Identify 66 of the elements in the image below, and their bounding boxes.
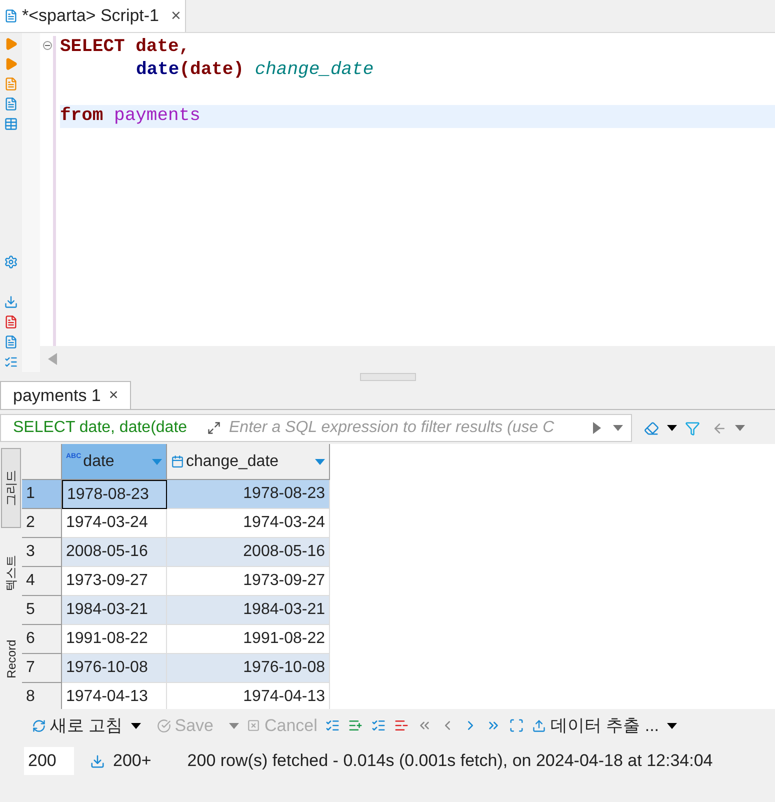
query-text[interactable]: SELECT date, date(date <box>1 416 199 440</box>
filter-icon[interactable] <box>685 420 700 436</box>
table-row[interactable]: 5 1984-03-21 1984-03-21 <box>22 596 330 625</box>
run-icon[interactable] <box>4 37 18 51</box>
apply-filter-icon[interactable] <box>593 422 601 434</box>
fetch-size-field[interactable]: 200 <box>24 747 74 775</box>
expand-icon[interactable] <box>207 421 221 435</box>
script-icon <box>4 8 18 22</box>
row-number: 4 <box>22 567 62 596</box>
code-line: date(date) change_date <box>135 59 375 82</box>
fold-icon[interactable] <box>43 41 52 50</box>
row-number: 5 <box>22 596 62 625</box>
calendar-icon <box>171 455 184 468</box>
editor-tab[interactable]: *<sparta> Script-1 × <box>0 0 186 32</box>
row-number: 7 <box>22 654 62 683</box>
check-icon <box>156 718 171 732</box>
sort-caret-icon[interactable] <box>315 458 325 464</box>
caret-icon[interactable] <box>130 722 141 728</box>
row-number: 3 <box>22 538 62 567</box>
refresh-icon <box>32 718 46 732</box>
file-icon[interactable] <box>4 335 18 349</box>
table-row[interactable]: 2 1974-03-24 1974-03-24 <box>22 509 330 538</box>
settings-icon[interactable] <box>4 255 18 269</box>
row-number: 6 <box>22 625 62 654</box>
caret-icon[interactable] <box>667 722 678 728</box>
table-row[interactable]: 1 1978-08-23 1978-08-23 <box>22 480 330 509</box>
results-tab[interactable]: payments 1 × <box>0 381 132 409</box>
column-header[interactable]: change_date <box>167 444 330 480</box>
list-icon[interactable] <box>4 355 18 369</box>
fetch-all-button[interactable]: 200+ <box>90 748 152 774</box>
upload-icon <box>532 718 546 732</box>
table-row[interactable]: 8 1974-04-13 1974-04-13 <box>22 683 330 709</box>
table-cell: 1978-08-23 <box>62 480 167 509</box>
close-icon[interactable]: × <box>108 384 118 408</box>
import-icon[interactable] <box>4 295 18 309</box>
row-number: 2 <box>22 509 62 538</box>
caret-icon[interactable] <box>667 425 677 431</box>
row-number: 1 <box>22 480 62 509</box>
table-cell: 1974-04-13 <box>62 683 167 709</box>
back-icon[interactable] <box>712 420 727 436</box>
refresh-button[interactable]: 새로 고침 <box>32 712 123 738</box>
export-button[interactable]: 데이터 추출 ... <box>532 712 660 738</box>
table-cell: 1974-04-13 <box>167 683 330 709</box>
row-number: 8 <box>22 683 62 709</box>
splitter-handle[interactable] <box>360 373 416 381</box>
table-row[interactable]: 3 2008-05-16 2008-05-16 <box>22 538 330 567</box>
delete-row-icon[interactable] <box>394 718 410 733</box>
corner-header[interactable] <box>22 444 62 480</box>
download-icon <box>90 754 105 768</box>
filter-field[interactable]: Enter a SQL expression to filter results (use C <box>229 416 589 440</box>
table-row[interactable]: 4 1973-09-27 1973-09-27 <box>22 567 330 596</box>
table-row[interactable]: 6 1991-08-22 1991-08-22 <box>22 625 330 654</box>
close-icon[interactable]: × <box>171 2 181 28</box>
view-tab[interactable]: 그리드 <box>1 448 21 528</box>
history-caret-icon[interactable] <box>613 425 623 431</box>
scroll-left-icon[interactable] <box>48 353 57 365</box>
table-row[interactable]: 7 1976-10-08 1976-10-08 <box>22 654 330 683</box>
view-tab[interactable]: 텍스트 <box>1 532 21 614</box>
add-row-icon[interactable] <box>348 718 364 733</box>
sort-caret-icon[interactable] <box>152 458 162 464</box>
filter-bar[interactable]: SELECT date, date(date Enter a SQL expression to filter results (use C <box>0 414 632 442</box>
eraser-icon[interactable] <box>644 420 659 436</box>
view-tab[interactable]: Record <box>1 618 21 700</box>
code-line: SELECT date, <box>60 36 191 59</box>
status-message: 200 row(s) fetched - 0.014s (0.001s fetch), on 2024-04-18 at 12:34:04 <box>187 750 713 772</box>
cancel-icon <box>247 719 260 732</box>
